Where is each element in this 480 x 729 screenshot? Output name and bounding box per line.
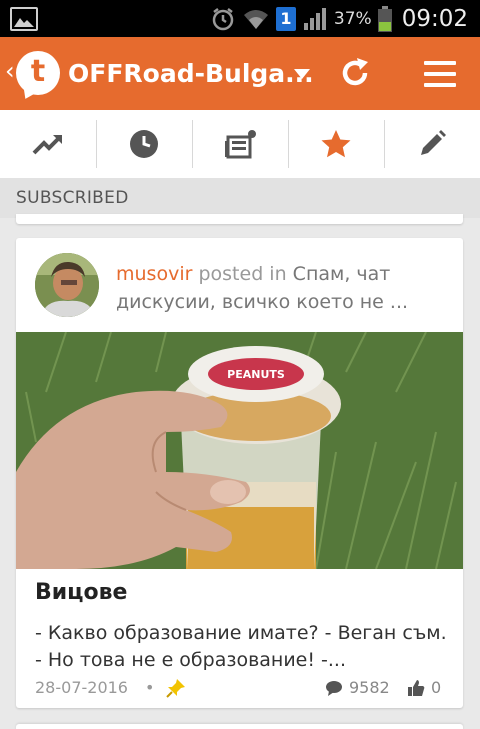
tapatalk-logo-icon[interactable]: t [16,51,60,102]
back-icon[interactable]: ‹ [5,57,15,85]
photo-label: PEANUTS [227,368,285,381]
battery-icon [377,5,392,32]
tab-trending[interactable] [0,110,96,178]
author-link[interactable]: musovir [116,263,192,285]
dropdown-icon[interactable] [294,69,310,79]
next-card-edge[interactable] [16,724,463,729]
section-label: SUBSCRIBED [16,188,129,208]
refresh-icon[interactable] [338,56,372,90]
gallery-icon [10,7,38,31]
post-photo[interactable]: PEANUTS [16,332,463,569]
tab-compose[interactable] [384,110,480,178]
signal-icon [303,7,326,30]
post-meta: musovir posted in Спам, чат дискусии, вс… [116,260,451,316]
posted-in-label: posted in [198,263,287,285]
news-icon [225,130,256,159]
clock-icon [130,130,158,158]
tab-bar [0,110,480,178]
post-footer: 28-07-2016 • 9582 0 [35,678,447,700]
star-icon [321,130,351,158]
avatar[interactable] [35,253,99,317]
separator-dot: • [145,678,155,697]
sim-badge: 1 [275,6,296,31]
thumbs-up-icon [408,679,425,696]
status-bar: 1 37% 09:02 [0,0,480,37]
battery-percent: 37% [333,8,372,29]
section-header: SUBSCRIBED [0,178,480,218]
app-bar: ‹ t OFFRoad-Bulga... [0,37,480,110]
post-excerpt[interactable]: - Какво образование имате? - Веган съм. … [35,620,455,674]
post-date: 28-07-2016 [35,678,128,697]
like-count-value: 0 [431,678,442,697]
pencil-icon [421,130,446,155]
comment-count-value: 9582 [349,678,390,697]
tab-subscribed[interactable] [288,110,384,178]
comment-icon [326,680,342,696]
wifi-icon [243,9,268,29]
clock: 09:02 [401,5,468,32]
menu-icon[interactable] [424,61,456,87]
post-title[interactable]: Вицове [35,580,127,605]
post-card[interactable]: musovir posted in Спам, чат дискусии, вс… [16,238,463,708]
pin-icon [166,679,185,698]
like-count[interactable]: 0 [407,678,441,697]
tab-unread[interactable] [192,110,288,178]
trending-icon [32,135,62,155]
previous-card-edge[interactable] [16,214,463,224]
tab-recent[interactable] [96,110,192,178]
alarm-icon [212,7,234,30]
comment-count[interactable]: 9582 [325,678,390,697]
forum-title[interactable]: OFFRoad-Bulga... [68,59,314,88]
